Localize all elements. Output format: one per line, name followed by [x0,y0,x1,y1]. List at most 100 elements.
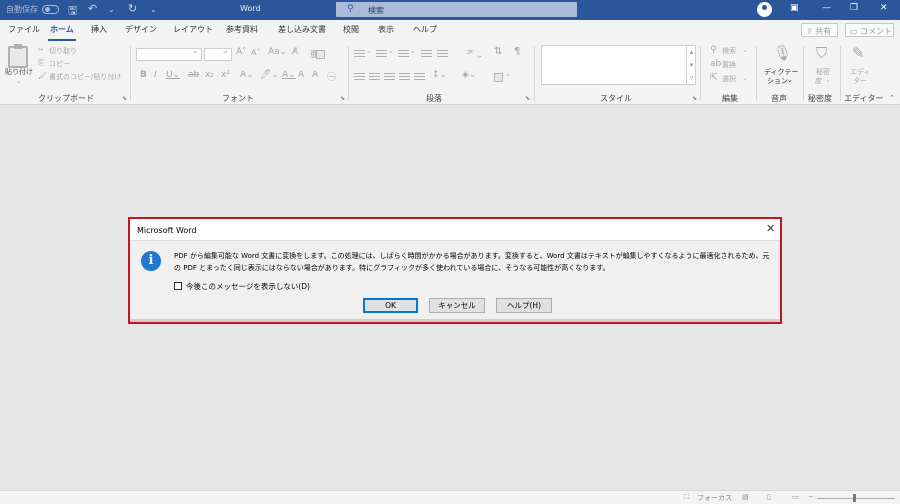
dictate-label-line2[interactable]: ション [767,76,788,86]
tab-layout[interactable]: レイアウト [173,24,213,35]
font-color-icon[interactable]: A⌄ [282,70,296,80]
tab-file[interactable]: ファイル [8,24,40,35]
print-layout-icon[interactable]: ▯ [767,493,771,501]
multilevel-list-icon[interactable] [398,50,409,59]
paste-icon[interactable] [8,44,28,68]
dictate-dropdown-icon[interactable]: ⌄ [787,76,793,84]
find-button[interactable]: 検索 [722,46,736,56]
tab-review[interactable]: 校閲 [343,24,359,35]
tab-insert[interactable]: 挿入 [91,24,107,35]
change-case-icon[interactable]: Aa⌄ [268,47,287,57]
increase-indent-icon[interactable] [437,50,448,59]
style-launcher-icon[interactable]: ⬊ [692,95,697,102]
superscript-icon[interactable]: x² [221,70,230,80]
undo-icon[interactable]: ↶ [88,2,97,15]
numbering-dropdown-icon[interactable]: ⌄ [388,47,394,55]
tab-mailings[interactable]: 差し込み文書 [278,24,326,35]
justify-icon[interactable] [399,73,410,82]
zoom-slider[interactable] [817,498,895,499]
format-painter-label[interactable]: 書式のコピー/貼り付け [49,72,121,82]
web-layout-icon[interactable]: ▭ [792,493,799,501]
underline-icon[interactable]: U⌄ [166,70,180,80]
grow-font-icon[interactable]: A˄ [236,47,247,57]
decrease-indent-icon[interactable] [421,50,432,59]
borders-icon[interactable] [494,73,503,82]
find-dropdown-icon[interactable]: ⌄ [742,46,748,54]
collapse-ribbon-icon[interactable]: ⌃ [889,94,895,102]
asian-layout-icon[interactable]: ᅎ⌄ [466,46,484,61]
ok-button[interactable]: OK [363,298,418,313]
italic-icon[interactable]: I [154,70,157,80]
undo-dropdown-icon[interactable]: ⌄ [108,5,115,14]
distributed-icon[interactable] [414,73,425,82]
comments-button[interactable]: ▭ コメント [845,23,894,37]
ribbon-display-options-icon[interactable]: ▣ [790,3,799,13]
autosave-toggle[interactable] [42,5,59,14]
character-shading-icon[interactable]: A [298,70,304,80]
paragraph-launcher-icon[interactable]: ⬊ [525,95,530,102]
borders-dropdown-icon[interactable]: ⌄ [505,70,511,78]
font-launcher-icon[interactable]: ⬊ [340,95,345,102]
multilevel-dropdown-icon[interactable]: ⌄ [410,47,416,55]
avatar[interactable] [757,2,772,17]
bullets-dropdown-icon[interactable]: ⌄ [366,47,372,55]
font-name-combo[interactable] [136,46,202,61]
tab-help[interactable]: ヘルプ [413,24,437,35]
focus-icon[interactable]: ⛶ [684,493,689,502]
tab-home[interactable]: ホーム [48,24,76,41]
editor-icon[interactable]: ✎ [852,44,865,62]
align-center-icon[interactable] [369,73,380,82]
styles-more-icon[interactable]: ▿ [686,72,696,84]
help-button[interactable]: ヘルプ(H) [496,298,552,313]
redo-icon[interactable]: ↻ [128,2,137,15]
copy-label[interactable]: コピー [49,59,70,69]
line-spacing-icon[interactable]: ↕⌄ [432,70,447,80]
search-box[interactable]: ⚲ 検索 [336,2,577,17]
zoom-slider-thumb[interactable] [853,494,856,502]
tab-references[interactable]: 参考資料 [226,24,258,35]
editor-label-line2[interactable]: ター [853,76,867,86]
select-dropdown-icon[interactable]: ⌄ [742,74,748,82]
customize-qat-icon[interactable]: ⌄ [150,5,157,14]
align-left-icon[interactable] [354,73,365,82]
clear-formatting-icon[interactable]: A̸ [292,47,298,57]
focus-label[interactable]: フォーカス [697,493,732,503]
enclose-characters-icon[interactable] [316,50,325,59]
numbering-icon[interactable] [376,50,387,59]
sensitivity-label-line2[interactable]: 度 [815,76,822,86]
cancel-button[interactable]: キャンセル [429,298,485,313]
paste-dropdown-icon[interactable]: ⌄ [16,77,22,85]
strikethrough-icon[interactable]: ab [188,70,199,80]
paste-button-label[interactable]: 貼り付け [5,67,33,77]
select-button[interactable]: 選択 [722,74,736,84]
clipboard-launcher-icon[interactable]: ⬊ [122,95,127,102]
text-effects-icon[interactable]: A⌄ [240,70,254,80]
highlight-icon[interactable]: 🖊⌄ [260,70,279,80]
sensitivity-dropdown-icon[interactable]: ⌄ [825,76,831,84]
styles-gallery[interactable]: ▴ ▾ ▿ [541,45,696,85]
close-icon[interactable]: ✕ [880,3,888,13]
sort-icon[interactable]: ⇅ [494,46,502,57]
minimize-icon[interactable]: — [822,3,831,13]
dont-show-again-label[interactable]: 今後このメッセージを表示しない(D) [186,281,310,292]
save-icon[interactable]: 🖫 [68,2,77,21]
replace-button[interactable]: 置換 [722,60,736,70]
dialog-close-icon[interactable]: ✕ [766,222,775,235]
bullets-icon[interactable] [354,50,365,59]
restore-icon[interactable]: ❐ [850,3,858,13]
bold-icon[interactable]: B [140,70,147,80]
show-marks-icon[interactable]: ¶ [514,46,520,57]
share-button[interactable]: ⇪ 共有 [801,23,838,37]
cut-label[interactable]: 切り取り [49,46,77,56]
microphone-icon[interactable]: 🎙 [773,44,792,62]
tab-design[interactable]: デザイン [125,24,157,35]
dont-show-again-checkbox[interactable] [174,282,182,290]
tab-view[interactable]: 表示 [378,24,394,35]
shrink-font-icon[interactable]: A˅ [251,48,260,57]
enclosed-character-icon[interactable]: ㊀ [327,70,336,83]
subscript-icon[interactable]: x₂ [205,70,214,80]
styles-scroll-up-icon[interactable]: ▴ [686,46,696,58]
sensitivity-icon[interactable]: ⛉ [816,44,827,62]
styles-scroll-down-icon[interactable]: ▾ [686,59,696,71]
character-border-icon[interactable]: A [312,70,318,80]
